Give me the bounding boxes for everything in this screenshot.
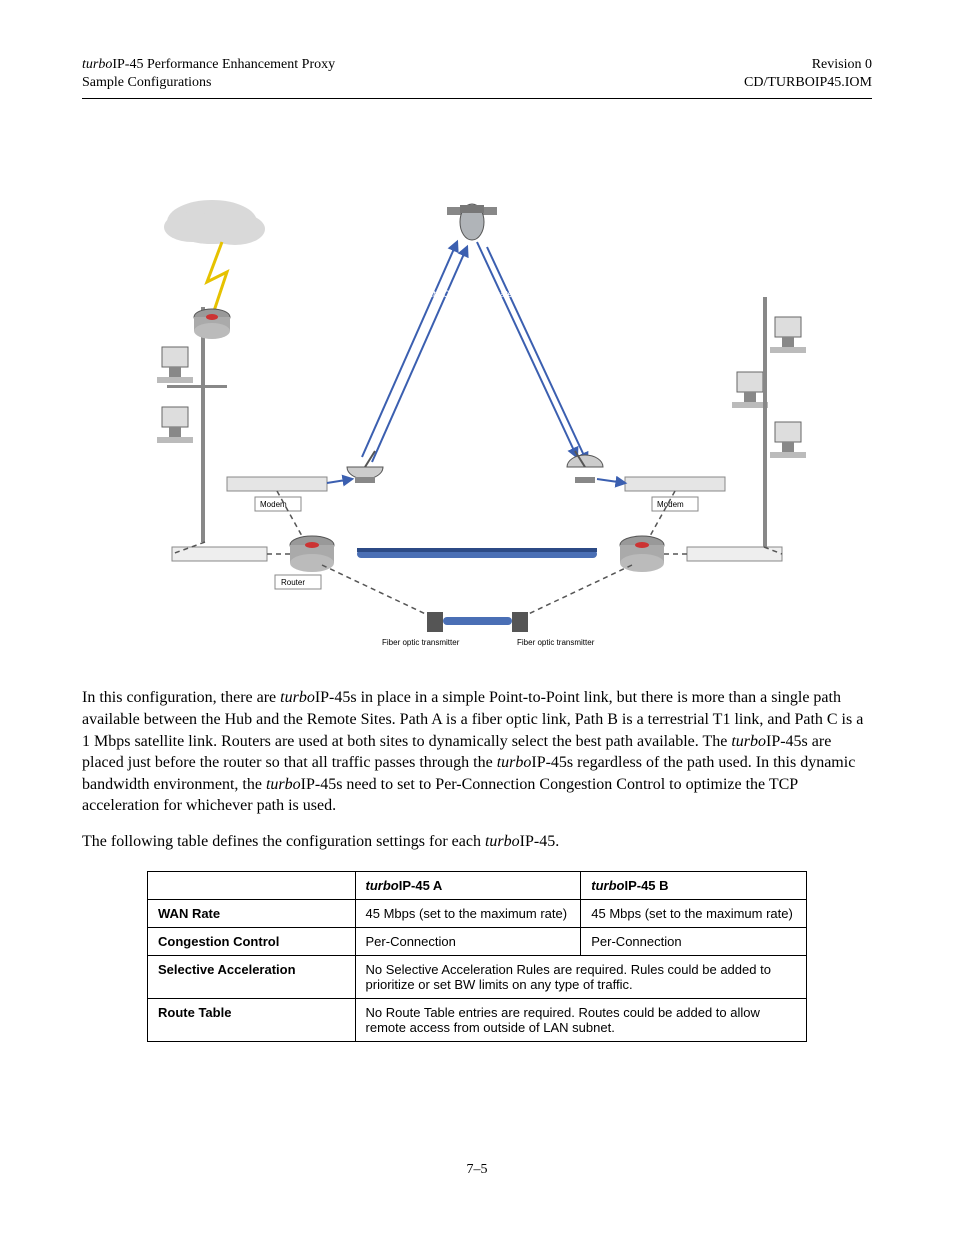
table-header-a: turboIP-45 A: [355, 871, 581, 899]
header-right: Revision 0 CD/TURBOIP45.IOM: [744, 56, 872, 92]
workstation-icon: [770, 422, 806, 458]
modem-label: Modem: [657, 500, 684, 509]
table-header-b: turboIP-45 B: [581, 871, 807, 899]
satellite-icon: [447, 204, 497, 240]
header-left-line2: Sample Configurations: [82, 74, 335, 92]
header-right-line2: CD/TURBOIP45.IOM: [744, 74, 872, 92]
config-table: turboIP-45 A turboIP-45 B WAN Rate 45 Mb…: [147, 871, 807, 1042]
page-number: 7–5: [82, 1162, 872, 1178]
tip-b-label: turboIP‑45 B: [705, 569, 756, 579]
row-route: Route Table: [148, 998, 356, 1041]
sat-link-label: Path C — 1 Mbps satellite link: [422, 289, 543, 299]
workstation-icon: [770, 317, 806, 353]
cell: No Selective Acceleration Rules are requ…: [355, 955, 806, 998]
workstation-icon: [157, 407, 193, 443]
table-header-blank: [148, 871, 356, 899]
router-icon: [620, 536, 664, 572]
workstation-icon: [157, 347, 193, 383]
paragraph-1: In this configuration, there are turboIP…: [82, 687, 872, 817]
paragraph-2: The following table defines the configur…: [82, 831, 872, 853]
row-wan-rate: WAN Rate: [148, 899, 356, 927]
cell: 45 Mbps (set to the maximum rate): [355, 899, 581, 927]
router-label: Router: [281, 578, 305, 587]
tip-a-label: turboIP‑45 A: [189, 569, 239, 579]
workstation-icon: [732, 372, 768, 408]
header-left-line1: turboIP-45 Performance Enhancement Proxy: [82, 56, 335, 74]
header-left: turboIP-45 Performance Enhancement Proxy…: [82, 56, 335, 92]
router-icon: [290, 536, 334, 572]
t1-link-label: Path B — terrestrial T1 link: [427, 537, 535, 547]
row-selective: Selective Acceleration: [148, 955, 356, 998]
cell: 45 Mbps (set to the maximum rate): [581, 899, 807, 927]
fiber-tx-label: Fiber optic transmitter: [382, 638, 460, 647]
dish-icon: [347, 451, 383, 483]
header-right-line1: Revision 0: [744, 56, 872, 74]
cell: Per-Connection: [355, 927, 581, 955]
cell: Per-Connection: [581, 927, 807, 955]
cell: No Route Table entries are required. Rou…: [355, 998, 806, 1041]
row-congestion: Congestion Control: [148, 927, 356, 955]
fiber-tx-label: Fiber optic transmitter: [517, 638, 595, 647]
fiber-link-label: Path A — fiber optic link: [427, 597, 523, 607]
section-heading: 7.4 Point-to-Point with Multiple Paths: [82, 129, 872, 147]
page-header: turboIP-45 Performance Enhancement Proxy…: [82, 56, 872, 99]
topology-diagram: Modem Modem Router: [127, 187, 827, 667]
